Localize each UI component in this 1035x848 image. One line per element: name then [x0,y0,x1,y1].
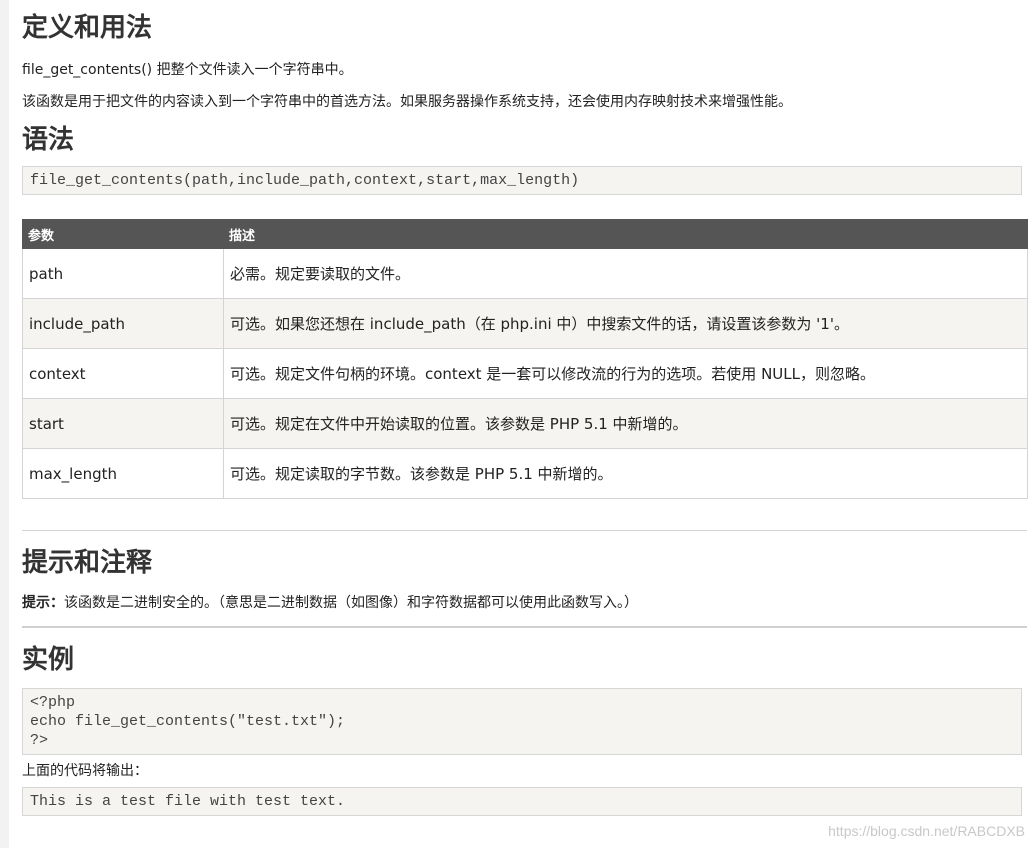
tip-text: 该函数是二进制安全的。（意思是二进制数据（如图像）和字符数据都可以使用此函数写入… [64,595,638,611]
syntax-heading: 语法 [22,125,75,155]
param-name: max_length [22,448,224,499]
param-description: 可选。规定读取的字节数。该参数是 PHP 5.1 中新增的。 [223,448,1028,499]
table-row: include_path 可选。如果您还想在 include_path（在 ph… [22,298,1028,349]
output-code-block: This is a test file with test text. [22,787,1022,816]
article-content: 定义和用法 file_get_contents() 把整个文件读入一个字符串中。… [22,0,1028,816]
table-row: context 可选。规定文件句柄的环境。context 是一套可以修改流的行为… [22,348,1028,399]
table-row: path 必需。规定要读取的文件。 [22,248,1028,299]
param-name: path [22,248,224,299]
tip-paragraph: 提示：该函数是二进制安全的。（意思是二进制数据（如图像）和字符数据都可以使用此函… [22,593,1027,613]
table-row: max_length 可选。规定读取的字节数。该参数是 PHP 5.1 中新增的… [22,448,1028,499]
tip-label: 提示： [22,595,64,611]
table-row: start 可选。规定在文件中开始读取的位置。该参数是 PHP 5.1 中新增的… [22,398,1028,449]
definition-line-1: file_get_contents() 把整个文件读入一个字符串中。 [22,62,353,78]
watermark: https://blog.csdn.net/RABCDXB [828,823,1025,839]
description-column-header: 描述 [223,219,1028,249]
param-description: 可选。规定在文件中开始读取的位置。该参数是 PHP 5.1 中新增的。 [223,398,1028,449]
left-margin-strip [0,0,9,848]
output-label: 上面的代码将输出： [22,763,148,779]
param-description: 可选。规定文件句柄的环境。context 是一套可以修改流的行为的选项。若使用 … [223,348,1028,399]
parameters-table: 参数 描述 path 必需。规定要读取的文件。 include_path 可选。… [22,219,1028,499]
tips-heading: 提示和注释 [22,548,153,578]
table-header-row: 参数 描述 [22,219,1028,249]
param-name: context [22,348,224,399]
syntax-code-block: file_get_contents(path,include_path,cont… [22,166,1022,195]
param-column-header: 参数 [22,219,224,249]
example-heading: 实例 [22,645,75,675]
param-name: start [22,398,224,449]
param-name: include_path [22,298,224,349]
example-code-block: <?php echo file_get_contents("test.txt")… [22,688,1022,755]
definition-line-2: 该函数是用于把文件的内容读入到一个字符串中的首选方法。如果服务器操作系统支持，还… [22,94,792,110]
definition-heading: 定义和用法 [22,13,153,43]
param-description: 可选。如果您还想在 include_path（在 php.ini 中）中搜索文件… [223,298,1028,349]
param-description: 必需。规定要读取的文件。 [223,248,1028,299]
